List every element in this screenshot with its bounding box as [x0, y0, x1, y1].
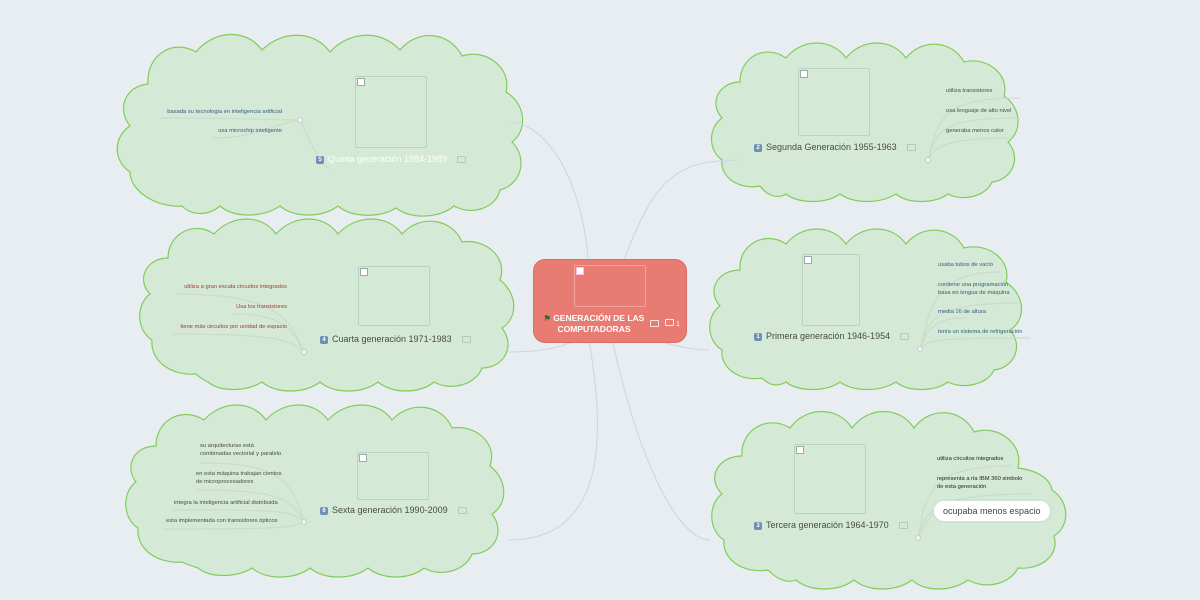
topic-number-badge: 3 — [754, 521, 762, 530]
leaf-segunda-1[interactable]: utiliza transistores — [946, 87, 992, 95]
cuarta-image — [358, 266, 430, 326]
primera-image — [802, 254, 860, 326]
broken-image-icon — [796, 446, 804, 454]
broken-image-icon — [804, 256, 812, 264]
central-title-line2: COMPUTADORAS — [557, 324, 631, 334]
leaf-tercera-2[interactable]: representa a rla IBM 360 simbolo de esta… — [937, 475, 1022, 491]
topic-cuarta-label: Cuarta generación 1971-1983 — [332, 334, 452, 344]
topic-sexta[interactable]: 6 Sexta generación 1990-2009 — [320, 505, 467, 516]
note-icon[interactable] — [906, 144, 916, 151]
broken-image-icon — [360, 268, 368, 276]
leaf-primera-2-line2: basa en lengua de máquina — [938, 290, 1010, 296]
leaf-sexta-2-line1: en esta máquina trabajan cientos — [196, 471, 282, 477]
leaf-primera-2-line1: contiene una programación — [938, 282, 1009, 288]
tercera-image — [794, 444, 866, 514]
leaf-segunda-2[interactable]: usa lenguaje de alto nivel — [946, 107, 1011, 115]
topic-segunda-label: Segunda Generación 1955-1963 — [766, 142, 897, 152]
quinta-image — [355, 76, 427, 148]
leaf-tercera-2-line1: representa a rla IBM 360 simbolo — [937, 476, 1023, 482]
topic-number-badge: 2 — [754, 143, 762, 152]
topic-cuarta[interactable]: 4 Cuarta generación 1971-1983 — [320, 334, 471, 345]
topic-number-badge: 6 — [320, 506, 328, 515]
leaf-cuarta-1[interactable]: utiliza a gran escala circuitos integrad… — [150, 283, 287, 291]
leaf-sexta-3[interactable]: integra la inteligencia artificial distr… — [174, 499, 278, 507]
leaf-tercera-2-line2: de esta generación — [937, 484, 987, 490]
topic-number-badge: 1 — [754, 332, 762, 341]
central-topic-image — [574, 265, 646, 307]
leaf-sexta-2-line2: de microprocesadores — [196, 479, 254, 485]
note-icon[interactable] — [457, 156, 467, 163]
leaf-primera-4[interactable]: tenía un sistema de refrigeración — [938, 328, 1022, 336]
topic-number-badge: 4 — [320, 335, 328, 344]
leaf-segunda-3[interactable]: generaba menos calor — [946, 127, 1004, 135]
leaf-sexta-2[interactable]: en esta máquina trabajan cientos de micr… — [196, 470, 281, 486]
broken-image-icon — [357, 78, 365, 86]
topic-tercera[interactable]: 3 Tercera generación 1964-1970 — [754, 520, 908, 531]
central-topic-title: ⚑ GENERACIÓN DE LAS COMPUTADORAS — [538, 313, 650, 334]
topic-segunda[interactable]: 2 Segunda Generación 1955-1963 — [754, 142, 916, 153]
note-icon[interactable] — [650, 320, 659, 327]
topic-quinta-label: Quinta generación 1984-1989 — [328, 154, 448, 164]
comment-icon — [665, 319, 674, 326]
topic-tercera-label: Tercera generación 1964-1970 — [766, 520, 889, 530]
leaf-sexta-1-line2: combinadas vectorial y paralelo — [200, 451, 282, 457]
central-title-line1: GENERACIÓN DE LAS — [553, 313, 645, 323]
broken-image-icon — [576, 267, 584, 275]
topic-quinta[interactable]: 5 Quinta generación 1984-1989 — [316, 154, 467, 165]
mind-map-canvas[interactable]: ⚑ GENERACIÓN DE LAS COMPUTADORAS 1 5 Qui… — [0, 0, 1200, 600]
leaf-sexta-1[interactable]: su arquitecturas está combinadas vectori… — [200, 442, 281, 458]
leaf-cuarta-2[interactable]: Usa los transistores — [200, 303, 287, 311]
leaf-primera-2[interactable]: contiene una programación basa en lengua… — [938, 281, 1010, 297]
segunda-image — [798, 68, 870, 136]
comment-count: 1 — [675, 321, 680, 328]
leaf-primera-1[interactable]: usaba tubos de vacío — [938, 261, 993, 269]
leaf-cuarta-3[interactable]: tiene más circuitos por unidad de espaci… — [150, 323, 287, 331]
leaf-quinta-1[interactable]: basada su tecnologia en inteligencia art… — [140, 108, 282, 116]
broken-image-icon — [800, 70, 808, 78]
flag-icon: ⚑ — [543, 314, 551, 323]
leaf-tercera-1[interactable]: utiliza circuitos integrados — [937, 455, 1003, 463]
leaf-quinta-2[interactable]: usa microchip inteligente — [180, 127, 282, 135]
topic-sexta-label: Sexta generación 1990-2009 — [332, 505, 448, 515]
topic-primera[interactable]: 1 Primera generación 1946-1954 — [754, 331, 910, 342]
topic-number-badge: 5 — [316, 155, 324, 164]
note-icon[interactable] — [457, 507, 467, 514]
leaf-sexta-4[interactable]: esta implementada con transistores óptic… — [166, 517, 278, 525]
leaf-tercera-3[interactable]: ocupaba menos espacio — [933, 500, 1051, 522]
leaf-primera-3[interactable]: media 16 de altura — [938, 308, 986, 316]
topic-primera-label: Primera generación 1946-1954 — [766, 331, 891, 341]
broken-image-icon — [359, 454, 367, 462]
central-topic-meta: 1 — [650, 319, 680, 328]
note-icon[interactable] — [461, 336, 471, 343]
leaf-sexta-1-line1: su arquitecturas está — [200, 443, 254, 449]
note-icon[interactable] — [900, 333, 910, 340]
comment-indicator[interactable]: 1 — [665, 319, 680, 328]
note-icon[interactable] — [898, 522, 908, 529]
central-topic[interactable]: ⚑ GENERACIÓN DE LAS COMPUTADORAS 1 — [533, 259, 687, 343]
sexta-image — [357, 452, 429, 500]
